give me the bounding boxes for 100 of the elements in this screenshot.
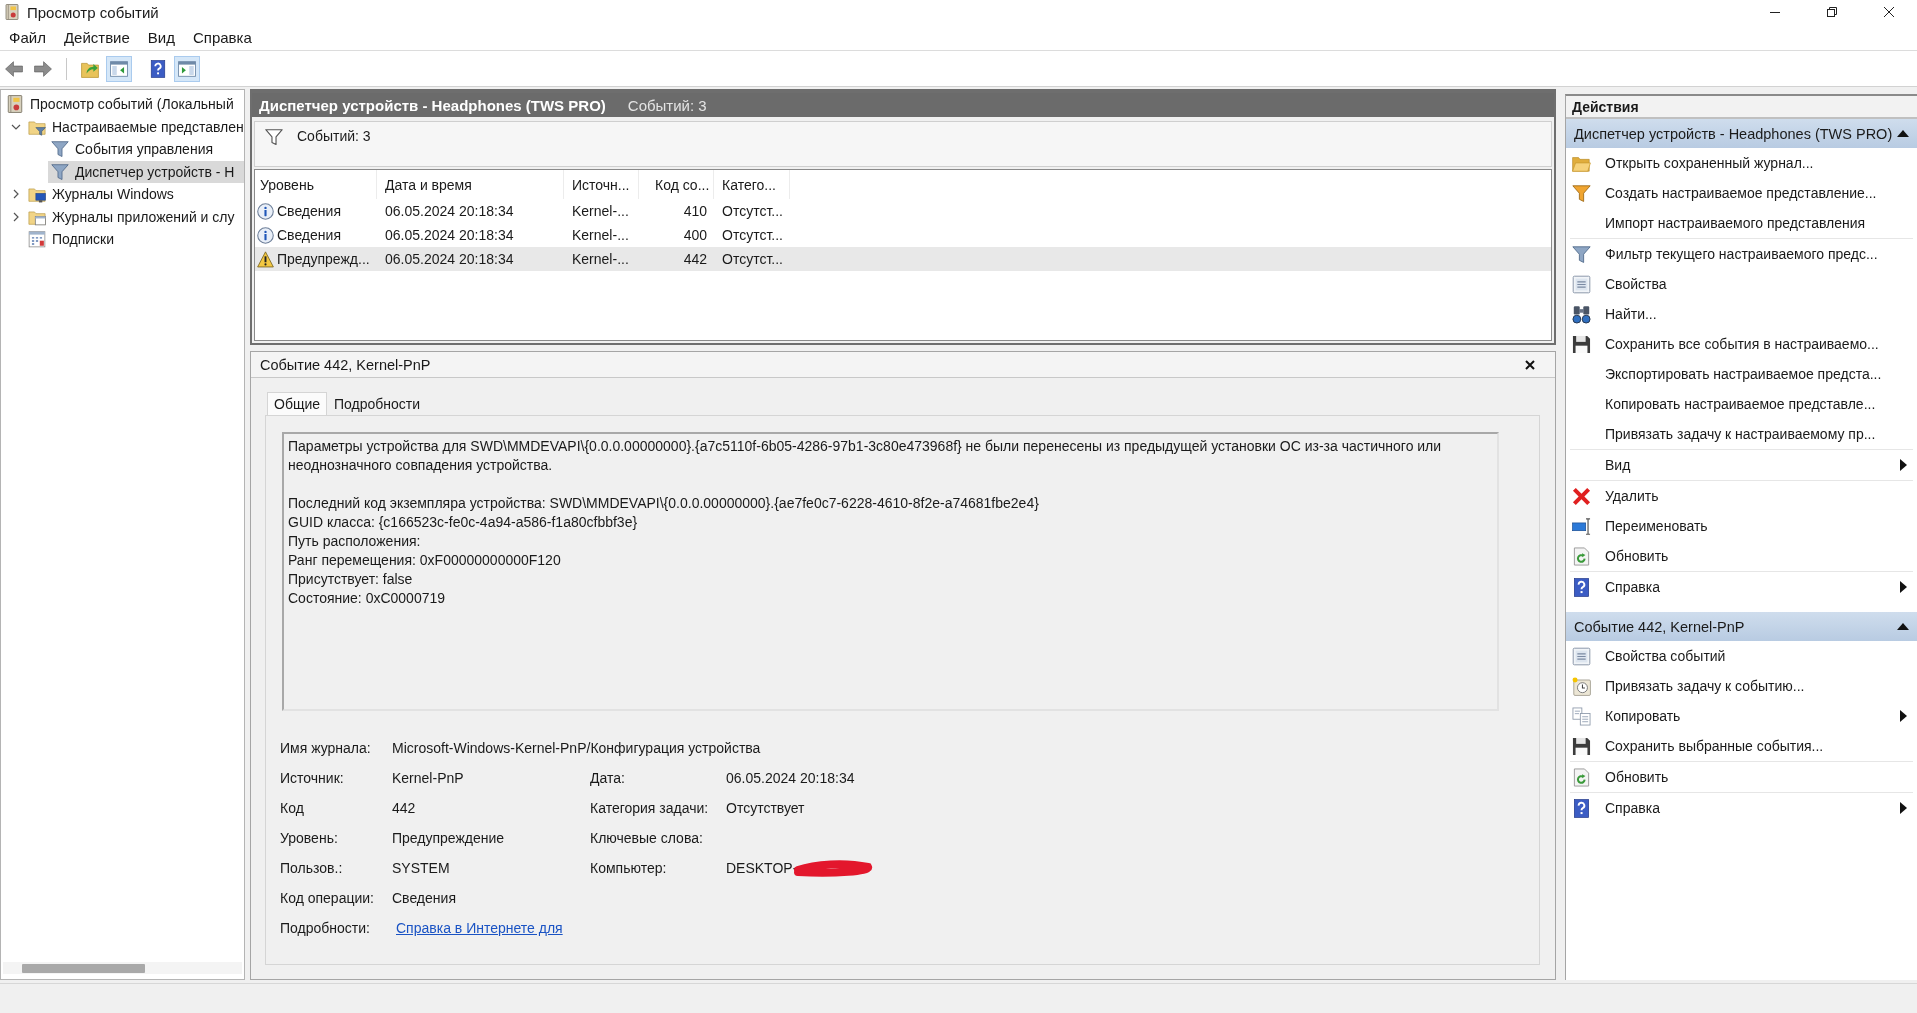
binoculars-icon [1572, 304, 1591, 324]
list-window-icon [1572, 646, 1591, 666]
calendar-icon [28, 230, 46, 249]
table-cell: 06.05.2024 20:18:34 [385, 251, 514, 267]
clock-icon [1572, 676, 1591, 696]
field-value: Kernel-PnP [392, 770, 464, 786]
column-header[interactable]: Дата и время [377, 170, 564, 199]
action-item[interactable]: Копировать настраиваемое представле... [1566, 389, 1917, 419]
field-value: Предупреждение [392, 830, 505, 846]
field-label: Категория задачи: [590, 800, 710, 816]
list-window-icon [1572, 274, 1591, 294]
restore-icon [1826, 7, 1837, 17]
tab[interactable]: Общие [267, 392, 328, 415]
tree-item[interactable]: Журналы Windows [25, 183, 244, 206]
field-value: DESKTOP- [726, 860, 798, 876]
action-item[interactable]: Обновить [1566, 762, 1917, 792]
funnel-icon[interactable] [265, 128, 283, 146]
table-cell: 400 [683, 227, 707, 243]
section-header[interactable]: Диспетчер устройств - Headphones (TWS PRO) [1566, 119, 1917, 148]
action-item[interactable]: Привязать задачу к событию... [1566, 671, 1917, 701]
tree-item[interactable]: Журналы приложений и слу [25, 205, 244, 228]
action-item[interactable]: Переименовать [1566, 511, 1917, 541]
field-value: Отсутствует [726, 800, 805, 816]
event-row[interactable]: Сведения 06.05.2024 20:18:34 Kernel-... 410 Отсутст... [255, 199, 1551, 223]
pane-toggle-icon [110, 59, 128, 78]
folder-monitor-icon [28, 185, 46, 204]
column-header[interactable]: Источн... [564, 170, 639, 199]
refresh-icon [1572, 767, 1591, 787]
action-item[interactable]: Создать настраиваемое представление... [1566, 178, 1917, 208]
warning-icon [257, 250, 274, 268]
close-icon [1883, 7, 1894, 17]
message-text: GUID класса: {c166523c-fe0c-4a94-a586-f1a80cfbbf3e} [288, 513, 639, 532]
table-cell: 442 [683, 251, 707, 267]
field-label: Код [280, 800, 305, 816]
message-text: Последний код экземпляра устройства: SWD\MMDEVAPI\{0.0.0.00000000}.{ae7fe0c7-6228-4610-8f2e-a74681fbe2e4} [288, 494, 1040, 513]
message-text: Ранг перемещения: 0xF00000000000F120 [288, 551, 562, 570]
action-item[interactable]: Найти... [1566, 299, 1917, 329]
message-text: Присутствует: false [288, 570, 414, 589]
tree-pane-button[interactable] [106, 55, 132, 82]
tree-item[interactable]: Настраиваемые представлен [25, 115, 244, 138]
action-item[interactable]: Открыть сохраненный журнал... [1566, 148, 1917, 178]
action-item[interactable]: Копировать [1566, 701, 1917, 731]
funnel-icon [1572, 183, 1591, 203]
column-header[interactable]: Катего... [714, 170, 790, 199]
tree-item[interactable]: Подписки [25, 228, 244, 251]
action-item[interactable]: Фильтр текущего настраиваемого предс... [1566, 239, 1917, 269]
table-cell: Отсутст... [722, 227, 783, 243]
action-item[interactable]: Свойства [1566, 269, 1917, 299]
tab[interactable]: Подробности [327, 392, 428, 415]
action-item[interactable]: Импорт настраиваемого представления [1566, 208, 1917, 238]
info-icon [257, 202, 274, 220]
action-item[interactable]: Привязать задачу к настраиваемому пр... [1566, 419, 1917, 449]
table-cell: Предупрежд... [277, 251, 370, 267]
table-cell: 410 [683, 203, 707, 219]
chevron-down-icon[interactable] [11, 123, 21, 130]
action-item[interactable]: Обновить [1566, 541, 1917, 571]
field-label: Источник: [280, 770, 345, 786]
action-item[interactable]: Вид [1566, 450, 1917, 480]
close-icon[interactable] [1525, 359, 1535, 370]
field-label: Имя журнала: [280, 740, 372, 756]
menu-item[interactable]: Действие [54, 26, 139, 48]
table-cell: 06.05.2024 20:18:34 [385, 227, 514, 243]
table-cell: Сведения [277, 203, 341, 219]
help-link[interactable]: Справка в Интернете для [396, 920, 563, 936]
tree-item[interactable]: Просмотр событий (Локальный [3, 93, 244, 116]
section-header[interactable]: Событие 442, Kernel-PnP [1566, 612, 1917, 641]
action-item[interactable]: Удалить [1566, 481, 1917, 511]
field-label: Компьютер: [590, 860, 668, 876]
chevron-right-icon[interactable] [13, 211, 19, 222]
copy-icon [1572, 706, 1591, 726]
info-icon [257, 226, 274, 244]
action-item[interactable]: Справка [1566, 572, 1917, 602]
chevron-right-icon[interactable] [13, 189, 19, 200]
action-item[interactable]: Сохранить все события в настраиваемо... [1566, 329, 1917, 359]
action-item[interactable]: Сохранить выбранные события... [1566, 731, 1917, 761]
preview-title: Событие 442, Kernel-PnP [260, 356, 431, 373]
menu-item[interactable]: Справка [184, 26, 261, 48]
tree-item[interactable]: Диспетчер устройств - H [48, 160, 244, 183]
back-arrow-icon [5, 59, 23, 78]
scrollbar-thumb[interactable] [22, 963, 145, 973]
tree-item[interactable]: События управления [48, 138, 244, 161]
event-row[interactable]: Предупрежд... 06.05.2024 20:18:34 Kernel-... 442 Отсутст... [255, 247, 1551, 271]
message-text: Параметры устройства для SWD\MMDEVAPI\{0.0.0.00000000}.{a7c5110f-6b05-4286-97b1-3c80e473968f} не были перенесены из предыдущей установки ОС из-за частичного или неоднозначного совпадения устройства. [288, 437, 1443, 475]
action-pane-button[interactable] [174, 55, 200, 82]
action-item[interactable]: Экспортировать настраиваемое предста... [1566, 359, 1917, 389]
column-header[interactable]: Уровень [255, 170, 377, 199]
field-value: Microsoft-Windows-Kernel-PnP/Конфигурация устройства [392, 740, 761, 756]
minimize-icon [1769, 11, 1780, 13]
column-header[interactable]: Код со... [639, 170, 714, 199]
event-row[interactable]: Сведения 06.05.2024 20:18:34 Kernel-... 400 Отсутст... [255, 223, 1551, 247]
event-log-icon [4, 3, 20, 21]
action-item[interactable]: Справка [1566, 793, 1917, 823]
action-item[interactable]: Свойства событий [1566, 641, 1917, 671]
forward-arrow-icon [34, 59, 52, 78]
menu-item[interactable]: Вид [138, 26, 184, 48]
cross-icon [1572, 486, 1591, 506]
menu-item[interactable]: Файл [0, 26, 55, 48]
field-value: 06.05.2024 20:18:34 [726, 770, 855, 786]
funnel-icon [1572, 244, 1591, 264]
horizontal-scrollbar[interactable] [3, 962, 242, 974]
